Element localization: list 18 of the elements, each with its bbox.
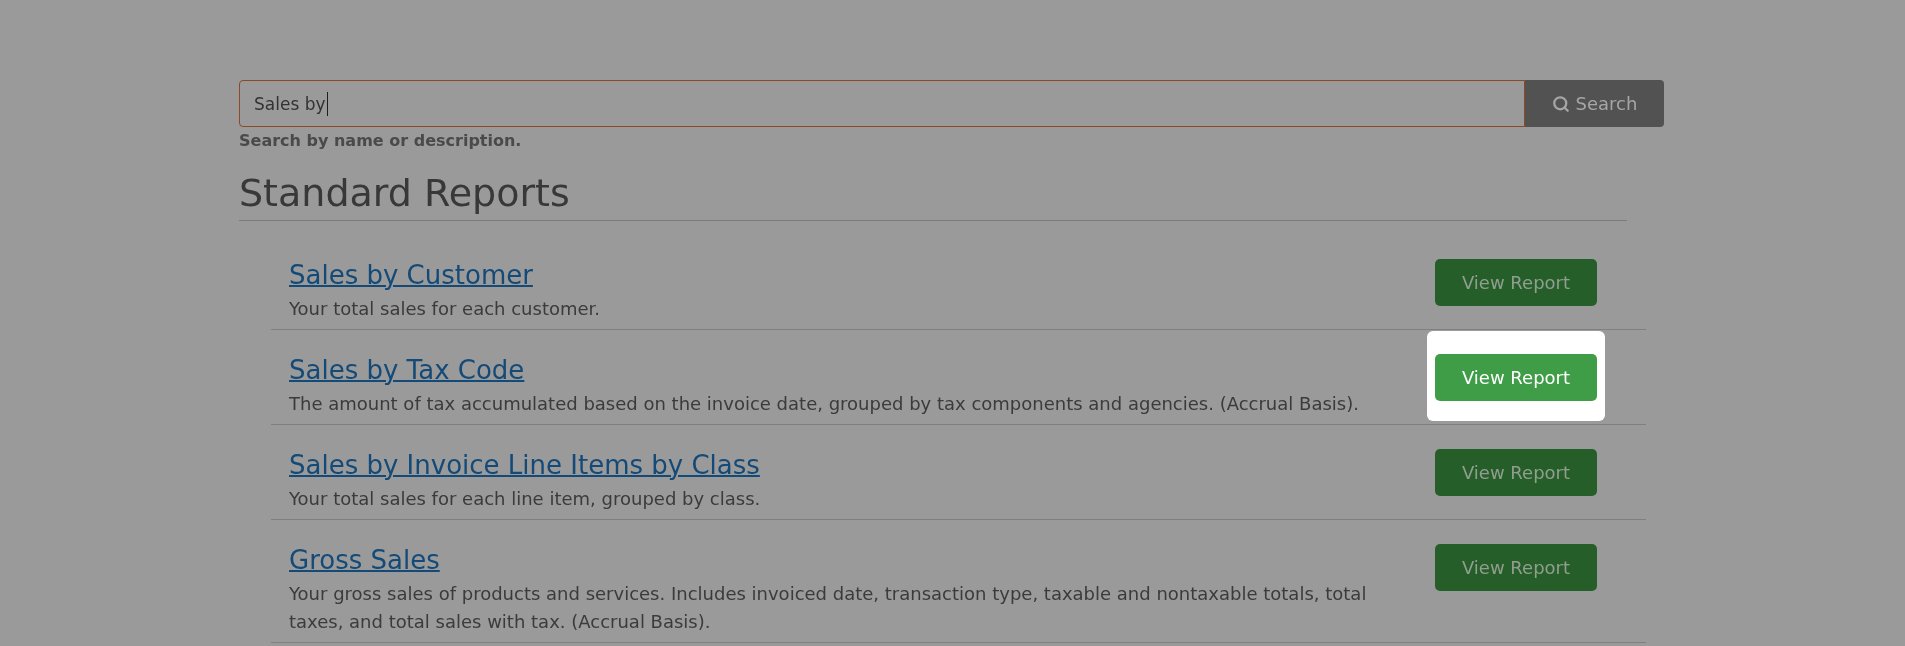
view-report-button[interactable]: View Report (1435, 259, 1597, 306)
search-hint: Search by name or description. (239, 130, 523, 152)
view-report-button[interactable]: View Report (1435, 449, 1597, 496)
search-button[interactable]: Search (1525, 80, 1664, 127)
search-field[interactable]: Sales by (239, 80, 1525, 127)
text-cursor (326, 91, 328, 116)
report-description: Your total sales for each line item, grouped by class. (289, 487, 761, 511)
report-title-link[interactable]: Sales by Customer (289, 258, 533, 292)
report-description: Your total sales for each customer. (289, 297, 601, 321)
report-description: Your gross sales of products and services. Includes invoiced date, transaction type, taxable and nontaxable totals, total taxes, and total sales with tax. (Accrual Basis). (289, 582, 1368, 634)
section-heading: Standard Reports (239, 170, 570, 217)
report-title-link[interactable]: Gross Sales (289, 543, 440, 577)
view-report-button[interactable]: View Report (1435, 354, 1597, 401)
report-title-link[interactable]: Sales by Tax Code (289, 353, 525, 387)
report-description: The amount of tax accumulated based on the invoice date, grouped by tax components and agencies. (Accrual Basis). (289, 392, 1359, 416)
search-icon (1551, 94, 1570, 113)
view-report-button[interactable]: View Report (1435, 544, 1597, 591)
report-title-link[interactable]: Sales by Invoice Line Items by Class (289, 448, 760, 482)
